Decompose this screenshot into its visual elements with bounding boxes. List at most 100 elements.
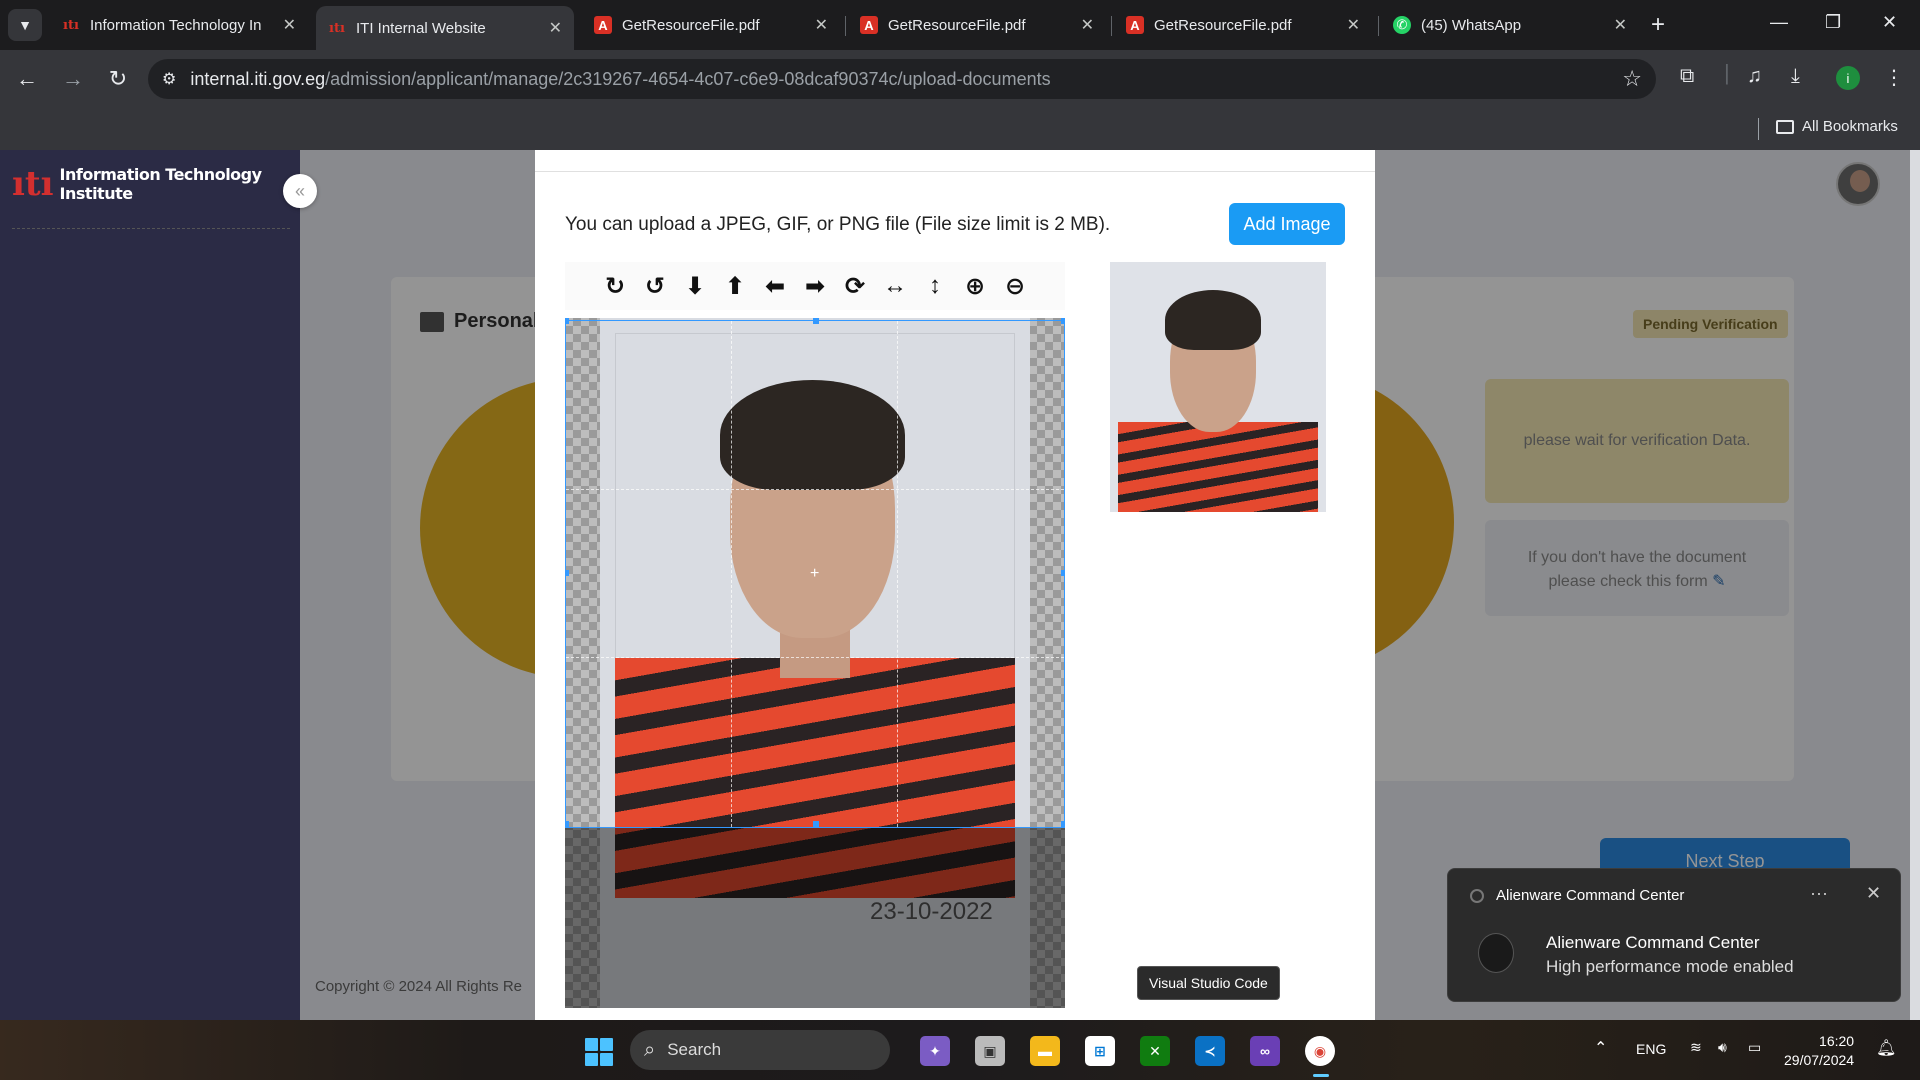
rotate-right-icon[interactable]: ↻ — [599, 270, 631, 302]
language-indicator[interactable]: ENG — [1636, 1041, 1666, 1057]
crop-handle[interactable] — [565, 570, 569, 576]
crop-mask — [565, 828, 1065, 1008]
profile-avatar[interactable]: i — [1836, 66, 1860, 90]
iti-logo-icon: ıtı — [12, 164, 54, 204]
crop-guide — [566, 489, 1064, 490]
flip-vertical-icon[interactable]: ↕ — [919, 270, 951, 302]
microsoft-store-icon[interactable]: ⊞ — [1085, 1036, 1115, 1066]
tab-2-active[interactable]: ıtı ITI Internal Website ✕ — [316, 6, 574, 50]
address-bar[interactable]: ⚙ internal.iti.gov.eg/admission/applican… — [148, 59, 1656, 99]
bookmarks-bar: All Bookmarks — [0, 108, 1920, 150]
taskbar-wallpaper — [0, 1020, 1920, 1080]
menu-icon[interactable]: ⋮ — [1884, 65, 1904, 90]
close-window-icon[interactable]: ✕ — [1882, 12, 1897, 33]
scrollbar[interactable] — [1910, 150, 1920, 1020]
add-image-button[interactable]: Add Image — [1229, 203, 1345, 245]
taskbar-tooltip: Visual Studio Code — [1137, 966, 1280, 1000]
pdf-icon: A — [594, 16, 612, 34]
restore-icon[interactable]: ❐ — [1825, 12, 1841, 33]
tab-5[interactable]: A GetResourceFile.pdf ✕ — [1114, 6, 1372, 44]
crop-center-icon: + — [810, 565, 820, 582]
alienware-icon — [1478, 933, 1514, 973]
double-chevron-left-icon: « — [294, 180, 305, 201]
file-explorer-icon[interactable]: ▬ — [1030, 1036, 1060, 1066]
tab-1[interactable]: ıtı Information Technology In ✕ — [50, 6, 308, 44]
close-icon[interactable]: ✕ — [283, 15, 296, 35]
close-icon[interactable]: ✕ — [815, 15, 828, 35]
vscode-icon[interactable]: ≺ — [1195, 1036, 1225, 1066]
bookmarks-separator — [1758, 118, 1759, 140]
crop-canvas[interactable]: 23-10-2022 + — [565, 318, 1065, 1008]
crop-handle[interactable] — [813, 821, 819, 827]
cropper-toolbar: ↻ ↺ ⬇ ⬆ ⬅ ➡ ⟳ ↔ ↕ ⊕ ⊖ — [565, 262, 1065, 310]
move-left-icon[interactable]: ⬅ — [759, 270, 791, 302]
reload-icon[interactable]: ↻ — [103, 64, 133, 94]
preview-hair — [1165, 290, 1261, 350]
tab-separator — [1111, 16, 1112, 36]
volume-icon[interactable]: 🔊︎ — [1718, 1039, 1727, 1056]
folder-icon — [1776, 119, 1794, 134]
upload-image-modal: You can upload a JPEG, GIF, or PNG file … — [535, 150, 1375, 1020]
close-icon[interactable]: ✕ — [1347, 15, 1360, 35]
close-icon[interactable]: ✕ — [1081, 15, 1094, 35]
crop-handle[interactable] — [1061, 318, 1065, 324]
battery-icon[interactable]: ▭ — [1748, 1039, 1761, 1056]
crop-guide — [731, 321, 732, 827]
sidebar: ıtı Information Technology Institute — [0, 150, 300, 1020]
zoom-in-icon[interactable]: ⊕ — [959, 270, 991, 302]
move-up-icon[interactable]: ⬆ — [719, 270, 751, 302]
sidebar-divider — [12, 228, 290, 229]
logo[interactable]: ıtı Information Technology Institute — [12, 164, 300, 204]
clock[interactable]: 16:20 29/07/2024 — [1784, 1032, 1854, 1070]
active-app-indicator — [1313, 1074, 1329, 1077]
copilot-icon[interactable]: ✦ — [920, 1036, 950, 1066]
reset-icon[interactable]: ⟳ — [839, 270, 871, 302]
taskbar-search[interactable]: ⌕ Search — [630, 1030, 890, 1070]
rotate-left-icon[interactable]: ↺ — [639, 270, 671, 302]
notification-bell-icon[interactable]: 🔔︎ — [1876, 1038, 1896, 1058]
close-icon[interactable]: ✕ — [1866, 883, 1881, 904]
chrome-icon[interactable]: ◉ — [1305, 1036, 1335, 1066]
forward-icon[interactable]: → — [58, 64, 88, 94]
windows-start-icon[interactable] — [585, 1038, 613, 1066]
back-icon[interactable]: ← — [12, 64, 42, 94]
task-view-icon[interactable]: ▣ — [975, 1036, 1005, 1066]
move-right-icon[interactable]: ➡ — [799, 270, 831, 302]
crop-handle[interactable] — [565, 821, 569, 827]
new-tab-button[interactable]: + — [1651, 11, 1665, 39]
site-info-icon[interactable]: ⚙ — [162, 69, 176, 89]
more-options-icon[interactable]: ··· — [1810, 883, 1828, 904]
iti-icon: ıtı — [329, 20, 345, 36]
extensions-icon[interactable]: ⧉ — [1680, 65, 1694, 88]
pdf-icon: A — [1126, 16, 1144, 34]
tab-6[interactable]: ✆ (45) WhatsApp ✕ — [1381, 6, 1639, 44]
crop-handle[interactable] — [565, 318, 569, 324]
crop-handle[interactable] — [813, 318, 819, 324]
xbox-icon[interactable]: ✕ — [1140, 1036, 1170, 1066]
bookmark-star-icon[interactable]: ☆ — [1622, 66, 1642, 92]
tab-3[interactable]: A GetResourceFile.pdf ✕ — [582, 6, 840, 44]
minimize-icon[interactable]: — — [1770, 12, 1788, 33]
visual-studio-icon[interactable]: ∞ — [1250, 1036, 1280, 1066]
zoom-out-icon[interactable]: ⊖ — [999, 270, 1031, 302]
browser-toolbar: ← → ↻ ⚙ internal.iti.gov.eg/admission/ap… — [0, 50, 1920, 108]
tab-search-button[interactable]: ▼ — [8, 9, 42, 41]
media-control-icon[interactable]: ♫ — [1747, 65, 1762, 88]
crop-handle[interactable] — [1061, 821, 1065, 827]
modal-header-divider — [535, 171, 1375, 172]
notification-toast[interactable]: Alienware Command Center ··· ✕ Alienware… — [1447, 868, 1901, 1002]
all-bookmarks-button[interactable]: All Bookmarks — [1776, 118, 1898, 135]
show-hidden-icons-icon[interactable]: ⌃ — [1594, 1038, 1607, 1058]
crop-handle[interactable] — [1061, 570, 1065, 576]
crop-selection[interactable]: + — [565, 318, 1065, 828]
crop-guide — [566, 657, 1064, 658]
close-icon[interactable]: ✕ — [549, 18, 562, 38]
flip-horizontal-icon[interactable]: ↔ — [879, 270, 911, 302]
collapse-sidebar-button[interactable]: « — [283, 174, 317, 208]
wifi-icon[interactable]: ≋ — [1690, 1039, 1702, 1056]
close-icon[interactable]: ✕ — [1614, 15, 1627, 35]
tab-strip: ▼ ıtı Information Technology In ✕ ıtı IT… — [0, 0, 1920, 50]
tab-4[interactable]: A GetResourceFile.pdf ✕ — [848, 6, 1106, 44]
move-down-icon[interactable]: ⬇ — [679, 270, 711, 302]
download-icon[interactable]: ⤓ — [1791, 65, 1800, 88]
